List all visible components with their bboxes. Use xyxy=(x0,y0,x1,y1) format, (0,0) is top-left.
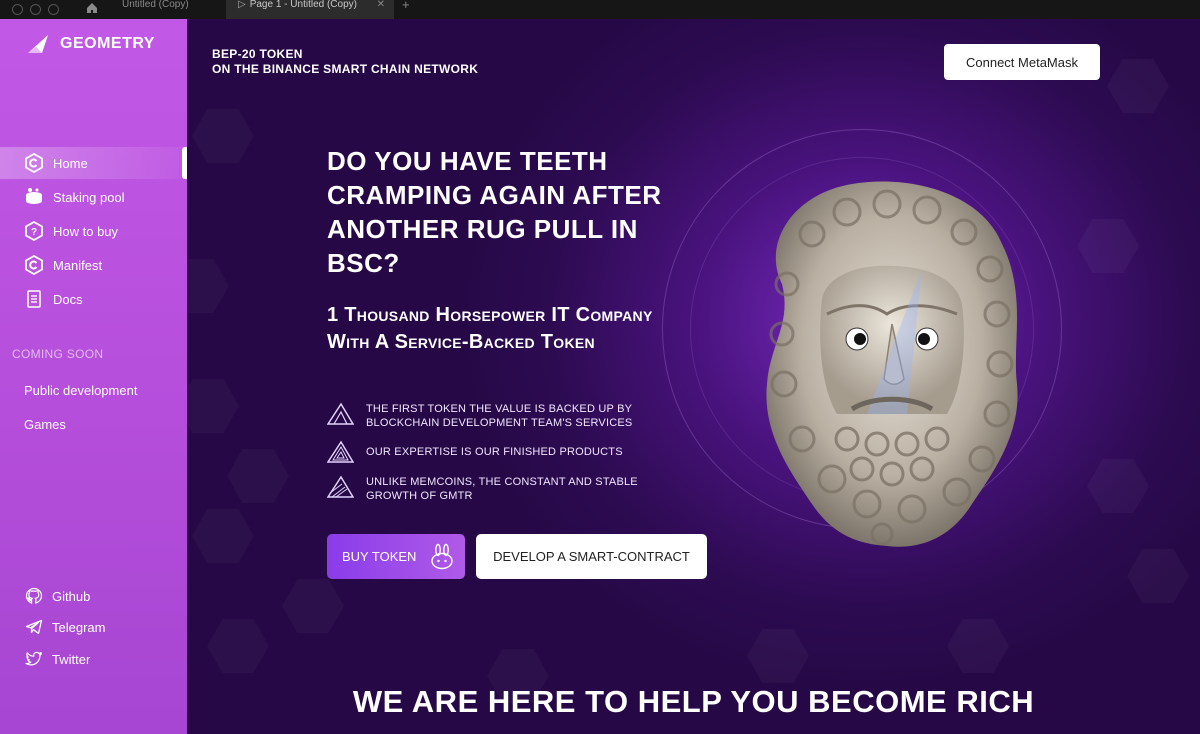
feature-item: OUR EXPERTISE IS OUR FINISHED PRODUCTS xyxy=(327,440,666,464)
hexagon-decoration xyxy=(227,449,289,503)
sidebar-item-label: Staking pool xyxy=(53,189,125,205)
hexagon-decoration xyxy=(747,629,809,683)
home-icon[interactable] xyxy=(86,2,98,14)
main-content: BEP-20 TOKEN ON THE BINANCE SMART CHAIN … xyxy=(187,19,1200,734)
play-icon: ▷ xyxy=(238,0,246,10)
manifest-icon xyxy=(24,255,44,275)
hexagon-decoration xyxy=(192,109,254,163)
develop-smart-contract-button[interactable]: DEVELOP A SMART-CONTRACT xyxy=(476,534,707,579)
sidebar-item-games[interactable]: Games xyxy=(24,417,66,432)
feature-text: UNLIKE MEMCOINS, THE CONSTANT AND STABLE… xyxy=(366,476,638,502)
feature-text: THE FIRST TOKEN THE VALUE IS BACKED UP B… xyxy=(366,403,633,429)
social-link-telegram[interactable]: Telegram xyxy=(24,618,105,636)
hexagon-decoration xyxy=(947,619,1009,673)
tab-label: Untitled (Copy) xyxy=(122,0,189,10)
twitter-icon xyxy=(24,650,44,668)
svg-text:?: ? xyxy=(31,227,37,238)
close-window-icon[interactable] xyxy=(12,4,23,15)
buy-token-button[interactable]: BUY TOKEN xyxy=(327,534,465,579)
sidebar-item-label: Home xyxy=(53,155,88,171)
window-titlebar: Untitled (Copy) ▷ Page 1 - Untitled (Copy… xyxy=(0,0,1200,19)
social-link-twitter[interactable]: Twitter xyxy=(24,650,90,668)
sidebar-item-home[interactable]: Home xyxy=(0,147,187,179)
hexagon-decoration xyxy=(1127,549,1189,603)
social-label: Telegram xyxy=(52,619,106,635)
hexagon-decoration xyxy=(1077,219,1139,273)
sidebar-item-public-development[interactable]: Public development xyxy=(24,383,137,398)
feature-text: OUR EXPERTISE IS OUR FINISHED PRODUCTS xyxy=(366,446,623,458)
brand-name: GEOMETRY xyxy=(60,35,155,52)
network-text: ON THE BINANCE SMART CHAIN NETWORK xyxy=(212,62,479,76)
sidebar-item-docs[interactable]: Docs xyxy=(0,283,187,315)
hexagon-decoration xyxy=(282,579,344,633)
github-icon xyxy=(24,587,44,605)
triangle-logo-icon xyxy=(327,440,354,463)
home-icon xyxy=(24,153,44,173)
tab-page-1[interactable]: ▷ Page 1 - Untitled (Copy) ✕ xyxy=(226,0,394,19)
tab-untitled-copy[interactable]: Untitled (Copy) xyxy=(122,0,189,19)
tab-label: Page 1 - Untitled (Copy) xyxy=(249,0,357,10)
sidebar-item-manifest[interactable]: Manifest xyxy=(0,249,187,281)
sidebar-item-label: Manifest xyxy=(53,257,103,273)
hero-subtitle: 1 Thousand Horsepower IT Company With A … xyxy=(327,304,653,353)
token-standard-text: BEP-20 TOKEN xyxy=(212,47,303,61)
brand-logo[interactable]: GEOMETRY xyxy=(26,33,155,55)
social-label: Github xyxy=(52,588,91,604)
sidebar-item-staking-pool[interactable]: Staking pool xyxy=(0,181,187,213)
close-tab-icon[interactable]: ✕ xyxy=(377,0,385,10)
sidebar-item-label: How to buy xyxy=(53,223,119,239)
social-label: Twitter xyxy=(52,651,91,667)
token-network-info: BEP-20 TOKEN ON THE BINANCE SMART CHAIN … xyxy=(212,47,478,77)
minimize-window-icon[interactable] xyxy=(30,4,41,15)
connect-metamask-button[interactable]: Connect MetaMask xyxy=(944,44,1100,80)
coming-soon-heading: COMING SOON xyxy=(12,347,104,361)
hexagon-decoration xyxy=(207,619,269,673)
staking-icon xyxy=(24,187,44,207)
hexagon-decoration xyxy=(1107,59,1169,113)
docs-icon xyxy=(24,289,44,309)
zoom-window-icon[interactable] xyxy=(48,4,59,15)
buy-token-label: BUY TOKEN xyxy=(342,549,417,564)
hexagon-decoration xyxy=(187,259,229,313)
hexagon-decoration xyxy=(192,509,254,563)
hero-title: DO YOU HAVE TEETH CRAMPING AGAIN AFTER A… xyxy=(327,146,662,278)
geometry-logo-icon xyxy=(28,35,48,53)
statue-head-image xyxy=(766,181,1018,547)
triangle-logo-icon xyxy=(327,475,354,498)
hexagon-decoration xyxy=(187,379,239,433)
feature-item: UNLIKE MEMCOINS, THE CONSTANT AND STABLE… xyxy=(327,475,666,503)
how-to-buy-icon: ? xyxy=(24,221,44,241)
pancakeswap-bunny-icon xyxy=(431,543,454,569)
triangle-logo-icon xyxy=(327,402,354,425)
new-tab-button[interactable]: + xyxy=(402,0,410,11)
sidebar-item-label: Docs xyxy=(53,291,83,307)
section-title: WE ARE HERE TO HELP YOU BECOME RICH xyxy=(352,684,1035,719)
hexagon-decoration xyxy=(1087,459,1149,513)
telegram-icon xyxy=(24,618,44,636)
social-link-github[interactable]: Github xyxy=(24,587,90,605)
sidebar-item-how-to-buy[interactable]: ? How to buy xyxy=(0,215,187,247)
feature-item: THE FIRST TOKEN THE VALUE IS BACKED UP B… xyxy=(327,402,666,430)
sidebar: GEOMETRY Home Staking pool ? How to buy … xyxy=(0,19,187,734)
